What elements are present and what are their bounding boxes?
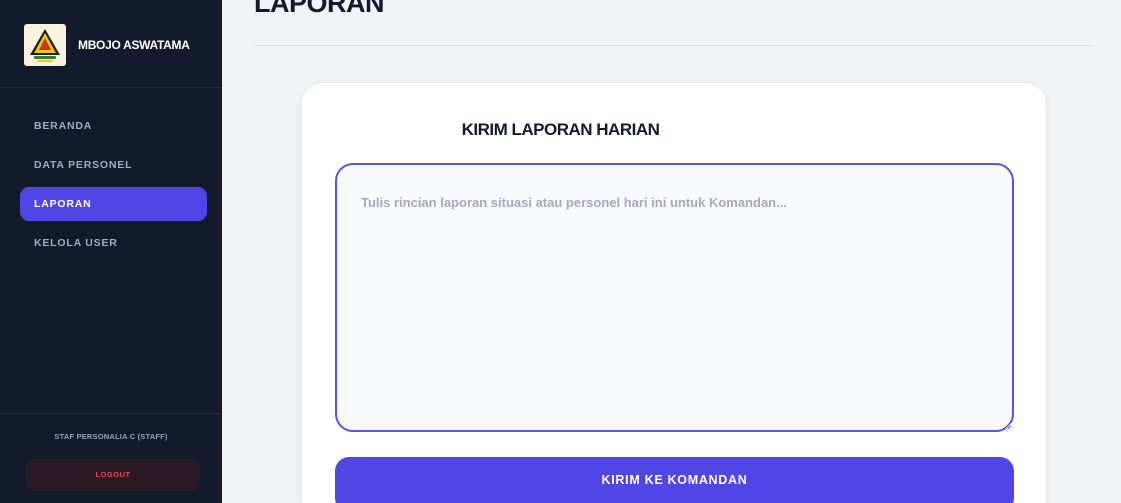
district-emblem-icon <box>24 24 66 66</box>
logout-button[interactable]: LOGOUT <box>26 459 200 491</box>
brand: MBOJO ASWATAMA <box>0 0 222 88</box>
sidebar-item-kelola-user[interactable]: KELOLA USER <box>20 226 207 260</box>
report-textarea[interactable] <box>335 163 1014 432</box>
sidebar-item-laporan[interactable]: LAPORAN <box>20 187 207 221</box>
current-user-label: STAF PERSONALIA C (STAFF) <box>54 432 168 441</box>
header-divider <box>255 45 1094 46</box>
sidebar: MBOJO ASWATAMA BERANDA DATA PERSONEL LAP… <box>0 0 222 503</box>
sidebar-item-data-personel[interactable]: DATA PERSONEL <box>20 148 207 182</box>
brand-name: MBOJO ASWATAMA <box>78 38 190 52</box>
page-title: LAPORAN <box>254 0 385 18</box>
page-header: LAPORAN <box>222 0 1121 26</box>
report-form-title: KIRIM LAPORAN HARIAN <box>461 120 660 139</box>
submit-report-button[interactable]: KIRIM KE KOMANDAN <box>335 457 1014 503</box>
sidebar-divider <box>0 413 222 414</box>
